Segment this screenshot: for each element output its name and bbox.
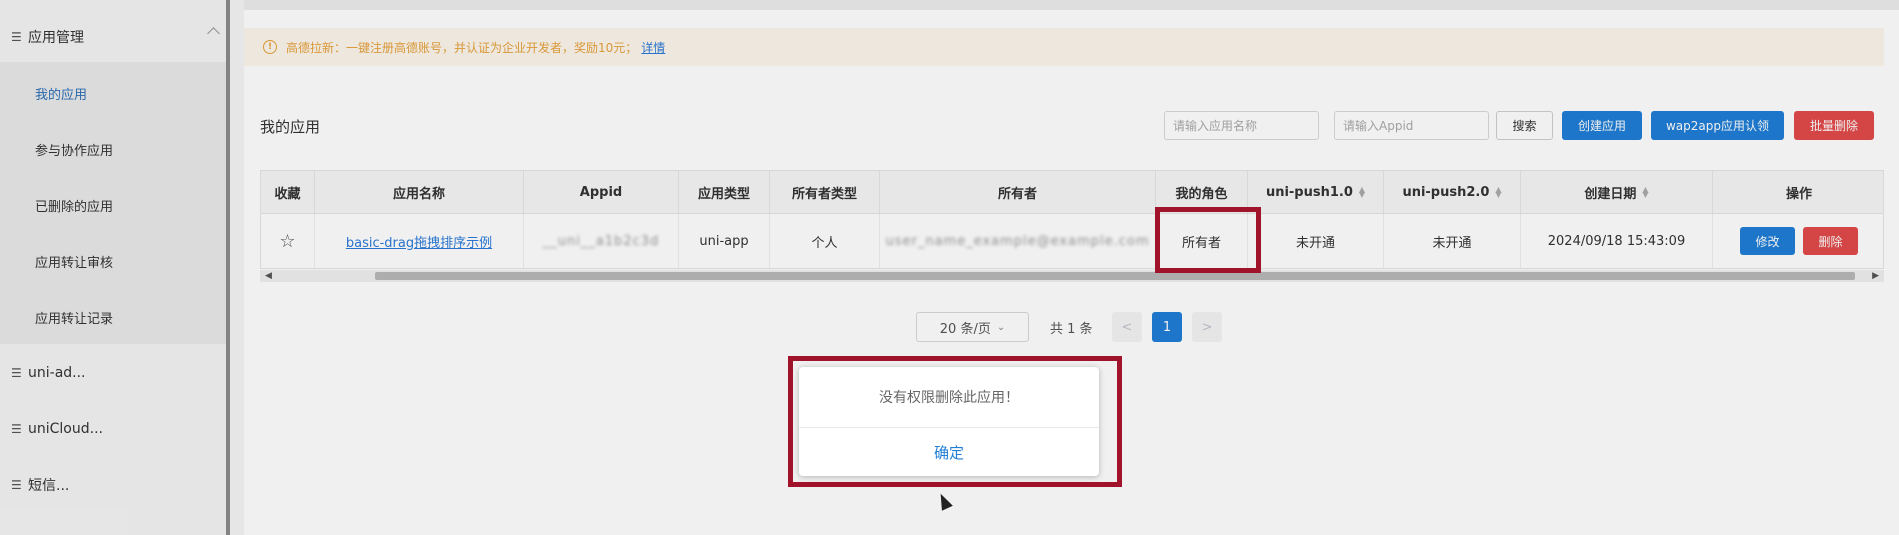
dialog-confirm-button[interactable]: 确定 (799, 428, 1099, 476)
permission-dialog: 没有权限删除此应用！ 确定 (799, 367, 1099, 476)
role-highlight-box (1155, 207, 1261, 273)
dialog-message: 没有权限删除此应用！ (799, 367, 1099, 428)
